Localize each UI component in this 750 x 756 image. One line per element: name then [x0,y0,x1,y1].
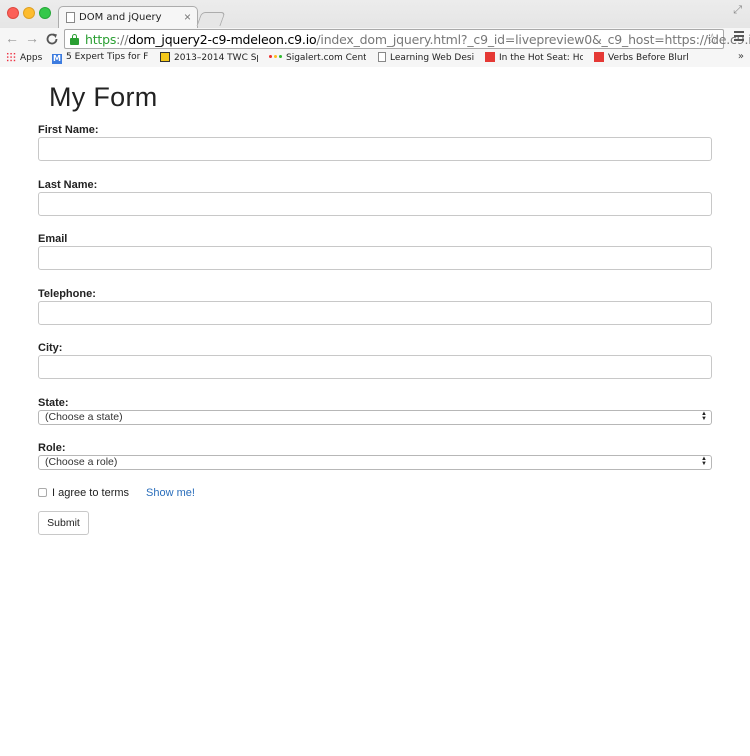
state-select[interactable]: (Choose a state) ▲ ▼ [38,410,712,425]
fullscreen-icon[interactable]: ⤢ [733,4,742,17]
tab-title: DOM and jQuery [79,12,162,23]
telephone-label: Telephone: [38,288,96,300]
agree-checkbox[interactable] [38,488,47,497]
lock-icon [70,34,79,45]
url-host: dom_jquery2-c9-mdeleon.c9.io [128,32,317,47]
address-bar[interactable]: https://dom_jquery2-c9-mdeleon.c9.io/ind… [64,29,750,49]
email-input[interactable] [38,246,712,270]
close-window-button[interactable] [7,7,19,19]
bookmark-item[interactable]: In the Hot Seat: How [485,52,583,63]
zoom-window-button[interactable] [39,7,51,19]
bookmark-item[interactable]: Verbs Before Blurbs [594,52,688,63]
browser-chrome: DOM and jQuery × ⤢ ← → https://dom_jquer… [0,0,750,67]
new-tab-button[interactable] [196,12,226,26]
role-select[interactable]: (Choose a role) ▲ ▼ [38,455,712,470]
last-name-input[interactable] [38,192,712,216]
url-path: /index_dom_jquery.html?_c9_id=liveprevie… [316,32,750,47]
reload-icon[interactable] [44,30,60,49]
forward-arrow-icon[interactable]: → [24,30,40,46]
page-title: My Form [49,82,158,112]
url-separator: :// [116,32,129,47]
email-label: Email [38,233,68,245]
tab-close-icon[interactable]: × [184,10,191,24]
submit-button[interactable]: Submit [38,511,89,535]
bookmark-star-icon[interactable]: ☆ [706,30,719,48]
back-arrow-icon[interactable]: ← [4,30,20,46]
minimize-window-button[interactable] [23,7,35,19]
page-icon [66,12,75,23]
url-scheme: https [85,32,117,47]
red-tile-icon [594,52,604,62]
show-me-link[interactable]: Show me! [146,487,195,499]
agree-label: I agree to terms [52,487,130,499]
bookmark-item[interactable]: 2013–2014 TWC Sp [160,52,258,63]
document-icon [378,52,386,62]
bookmark-item[interactable]: Learning Web Desig [378,52,474,63]
browser-tab[interactable]: DOM and jQuery × [58,6,198,28]
apps-grid-icon [6,52,16,62]
state-label: State: [38,397,69,409]
city-input[interactable] [38,355,712,379]
hamburger-menu-icon[interactable] [734,31,744,43]
bookmark-item[interactable]: M5 Expert Tips for Fo [52,52,148,64]
bookmarks-overflow-icon[interactable]: » [738,51,744,62]
role-selected-value: (Choose a role) [45,456,118,468]
select-arrows-icon: ▲ ▼ [701,456,707,467]
toolbar: ← → https://dom_jquery2-c9-mdeleon.c9.io… [0,28,750,50]
url-text[interactable]: https://dom_jquery2-c9-mdeleon.c9.io/ind… [85,32,750,47]
page-content: My Form First Name: Last Name: Email Tel… [0,68,750,756]
lc-icon [160,52,170,62]
first-name-label: First Name: [38,124,99,136]
last-name-label: Last Name: [38,179,98,191]
bookmark-apps[interactable]: Apps [6,52,46,63]
bookmarks-bar: Apps M5 Expert Tips for Fo 2013–2014 TWC… [0,50,750,67]
telephone-input[interactable] [38,301,712,325]
city-label: City: [38,342,63,354]
bookmark-item[interactable]: Sigalert.com Central [268,52,366,63]
state-selected-value: (Choose a state) [45,411,123,423]
role-label: Role: [38,442,66,454]
select-arrows-icon: ▲ ▼ [701,411,707,422]
dots-icon [268,52,282,62]
m-icon: M [52,54,62,64]
first-name-input[interactable] [38,137,712,161]
red-tile-icon [485,52,495,62]
title-bar: DOM and jQuery × ⤢ [0,0,750,28]
